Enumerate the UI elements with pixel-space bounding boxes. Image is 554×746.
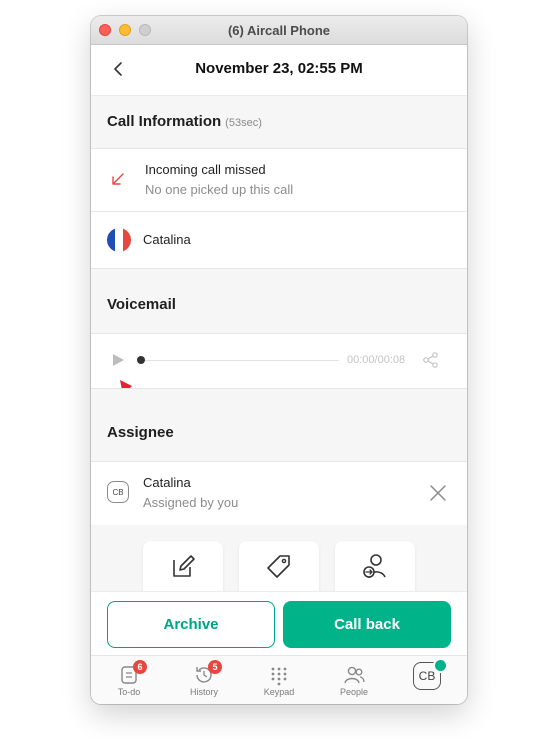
history-badge: 5 (208, 660, 222, 674)
edit-note-icon (173, 555, 195, 577)
archive-button[interactable]: Archive (107, 601, 275, 648)
voicemail-progress-track[interactable] (141, 360, 339, 361)
assignee-header: Assignee (91, 389, 467, 461)
keypad-icon (271, 667, 287, 686)
assignee-title: Assignee (107, 424, 174, 441)
tab-todo[interactable]: To-do 6 (99, 660, 159, 704)
page-header: November 23, 02:55 PM (91, 45, 467, 96)
remove-assignee-icon[interactable] (429, 484, 447, 502)
title-bar: (6) Aircall Phone (91, 16, 467, 45)
voicemail-title: Voicemail (107, 296, 176, 313)
tag-icon (267, 555, 290, 578)
call-back-button[interactable]: Call back (283, 601, 451, 648)
france-flag-icon (107, 228, 131, 252)
assign-user-icon (363, 554, 386, 579)
app-window: (6) Aircall Phone November 23, 02:55 PM … (91, 16, 467, 704)
voicemail-player: 00:00/00:08 (91, 334, 467, 413)
voicemail-progress-knob[interactable] (137, 356, 145, 364)
tab-keypad[interactable]: Keypad (249, 660, 309, 704)
tab-history-label: History (189, 687, 218, 697)
assignee-name: Catalina (143, 475, 191, 490)
todo-badge: 6 (133, 660, 147, 674)
people-icon (344, 666, 365, 684)
contact-name: Catalina (143, 232, 191, 247)
assignee-subtitle: Assigned by you (143, 495, 239, 510)
assignee-avatar: CB (107, 481, 129, 503)
tab-keypad-label: Keypad (263, 687, 295, 697)
tab-history[interactable]: History 5 (174, 660, 234, 704)
bottom-actions: Archive Call back (91, 591, 467, 656)
call-duration: (53sec) (225, 117, 262, 129)
share-icon[interactable] (422, 351, 440, 369)
call-status-title: Incoming call missed (145, 162, 266, 177)
page-title: November 23, 02:55 PM (195, 60, 363, 77)
call-info-header: Call Information (53sec) (91, 96, 467, 148)
tab-todo-label: To-do (117, 687, 141, 697)
online-status-dot (433, 658, 448, 673)
voicemail-header: Voicemail (91, 269, 467, 333)
tab-bar: To-do 6 History 5 Keypad People CB (91, 655, 467, 704)
tab-people[interactable]: People (324, 660, 384, 704)
call-status-subtitle: No one picked up this call (145, 182, 294, 197)
voicemail-time: 00:00/00:08 (347, 354, 406, 366)
call-status-row: Incoming call missed No one picked up th… (91, 149, 467, 212)
missed-call-icon (112, 173, 124, 185)
tab-people-label: People (339, 687, 369, 697)
assignee-row: CB Catalina Assigned by you (91, 462, 467, 525)
window-title: (6) Aircall Phone (227, 23, 331, 38)
call-info-title: Call Information (107, 113, 222, 130)
contact-row[interactable]: Catalina (91, 212, 467, 268)
